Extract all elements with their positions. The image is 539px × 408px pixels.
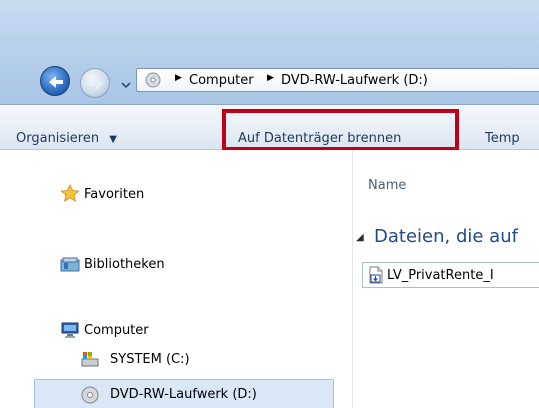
navigation-pane [0, 150, 352, 408]
back-button[interactable] [40, 66, 70, 96]
file-name: LV_PrivatRente_I [387, 268, 494, 283]
breadcrumb-separator-icon[interactable]: ▶ [175, 73, 182, 83]
explorer-window: ▶ Computer ▶ DVD-RW-Laufwerk (D:) Organi… [0, 0, 539, 408]
system-drive-icon [80, 350, 100, 368]
temp-files-button[interactable]: Temp [485, 131, 520, 146]
nav-favorites[interactable]: Favoriten [84, 187, 144, 202]
forward-arrow-icon [89, 78, 103, 90]
recent-locations-button[interactable] [120, 76, 132, 89]
highlight-box [222, 109, 459, 151]
breadcrumb-dvd-drive[interactable]: DVD-RW-Laufwerk (D:) [281, 73, 428, 88]
pdf-file-icon [369, 266, 383, 284]
nav-system-drive[interactable]: SYSTEM (C:) [110, 352, 190, 367]
chevron-down-icon: ▼ [109, 134, 117, 145]
computer-icon [60, 321, 80, 339]
organize-label: Organisieren [16, 131, 100, 146]
back-arrow-icon [49, 76, 63, 88]
dvd-drive-icon [80, 386, 100, 404]
file-list-item[interactable]: LV_PrivatRente_I [362, 262, 539, 288]
column-header-name[interactable]: Name [368, 178, 406, 193]
chevron-down-icon [121, 82, 131, 89]
dvd-drive-icon [145, 72, 161, 88]
address-bar[interactable]: ▶ Computer ▶ DVD-RW-Laufwerk (D:) [136, 68, 539, 92]
organize-menu[interactable]: Organisieren ▼ [16, 131, 117, 146]
nav-computer[interactable]: Computer [84, 323, 149, 338]
group-header[interactable]: Dateien, die auf [374, 226, 518, 247]
star-icon [60, 184, 80, 202]
breadcrumb-computer[interactable]: Computer [189, 73, 254, 88]
breadcrumb-separator-icon[interactable]: ▶ [267, 73, 274, 83]
nav-libraries[interactable]: Bibliotheken [84, 257, 165, 272]
nav-dvd-drive[interactable]: DVD-RW-Laufwerk (D:) [110, 387, 257, 402]
forward-button[interactable] [80, 68, 110, 98]
group-collapse-icon[interactable]: ◢ [356, 232, 364, 243]
libraries-icon [60, 255, 80, 273]
